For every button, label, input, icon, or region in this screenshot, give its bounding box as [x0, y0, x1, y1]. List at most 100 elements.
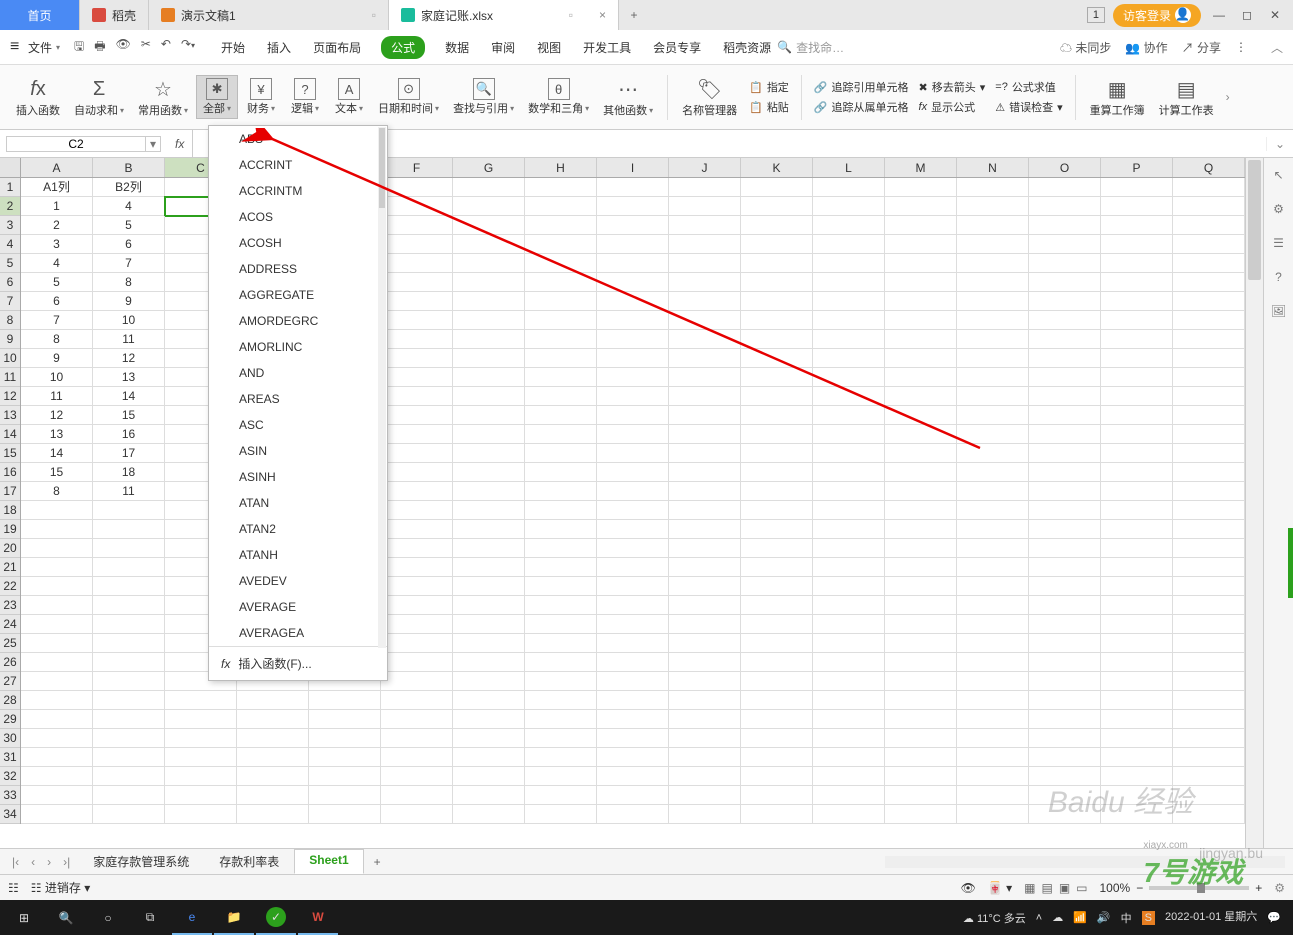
cell[interactable] [237, 786, 309, 805]
cell[interactable] [597, 767, 669, 786]
cell[interactable] [597, 577, 669, 596]
tray-expand-icon[interactable]: ˄ [1036, 912, 1042, 924]
cell[interactable] [813, 672, 885, 691]
cell[interactable] [525, 691, 597, 710]
cell[interactable] [813, 558, 885, 577]
cell[interactable] [669, 349, 741, 368]
cell[interactable] [741, 425, 813, 444]
cell[interactable] [885, 615, 957, 634]
cell[interactable] [885, 444, 957, 463]
cell[interactable] [597, 216, 669, 235]
zoom-in-button[interactable]: + [1255, 881, 1262, 895]
row-header[interactable]: 22 [0, 577, 20, 596]
cell[interactable] [669, 406, 741, 425]
clock[interactable]: 2022-01-01 星期六 [1165, 911, 1257, 924]
edge-button[interactable]: e [172, 900, 212, 935]
row-header[interactable]: 9 [0, 330, 20, 349]
evaluate-formula-button[interactable]: =? 公式求值 [991, 78, 1066, 96]
cell[interactable] [813, 216, 885, 235]
maximize-button[interactable]: ◻ [1237, 8, 1257, 22]
cell[interactable] [453, 368, 525, 387]
cell[interactable] [93, 672, 165, 691]
cell[interactable] [1173, 368, 1245, 387]
cell[interactable] [813, 577, 885, 596]
cell[interactable] [525, 349, 597, 368]
cell[interactable] [1101, 292, 1173, 311]
cell[interactable]: 14 [21, 444, 93, 463]
cell[interactable] [1173, 558, 1245, 577]
cell[interactable] [1029, 311, 1101, 330]
cell[interactable] [21, 539, 93, 558]
cell[interactable] [525, 406, 597, 425]
cell[interactable] [885, 273, 957, 292]
cell[interactable]: 9 [93, 292, 165, 311]
cell[interactable] [381, 767, 453, 786]
cell[interactable]: 12 [21, 406, 93, 425]
cell[interactable] [597, 292, 669, 311]
cell[interactable] [237, 767, 309, 786]
cell[interactable]: 7 [21, 311, 93, 330]
cell[interactable]: B2列 [93, 178, 165, 197]
cell[interactable] [1029, 254, 1101, 273]
cell[interactable] [813, 349, 885, 368]
cell[interactable] [1029, 558, 1101, 577]
column-header[interactable]: O [1029, 158, 1101, 177]
finance-button[interactable]: ¥ 财务 [240, 76, 282, 118]
search-box[interactable]: 🔍 查找命… [777, 39, 844, 56]
cell[interactable] [453, 577, 525, 596]
cell[interactable] [1029, 805, 1101, 824]
cell[interactable] [93, 691, 165, 710]
cell[interactable] [1101, 406, 1173, 425]
cell[interactable] [813, 387, 885, 406]
cell[interactable] [1173, 235, 1245, 254]
cell[interactable] [741, 539, 813, 558]
cell[interactable]: 18 [93, 463, 165, 482]
cell[interactable] [669, 254, 741, 273]
cell[interactable] [669, 273, 741, 292]
sheet-tab[interactable]: Sheet1 [294, 849, 363, 874]
cell[interactable] [957, 330, 1029, 349]
row-header[interactable]: 18 [0, 501, 20, 520]
function-item[interactable]: AGGREGATE [209, 282, 387, 308]
cell[interactable] [669, 710, 741, 729]
cell[interactable] [597, 444, 669, 463]
cell[interactable] [1101, 216, 1173, 235]
cell[interactable] [813, 292, 885, 311]
row-header[interactable]: 4 [0, 235, 20, 254]
cell[interactable] [885, 653, 957, 672]
cell[interactable] [93, 615, 165, 634]
tab-presentation[interactable]: 演示文稿1 ▫ [149, 0, 389, 30]
cell[interactable] [669, 463, 741, 482]
cell[interactable] [885, 482, 957, 501]
cell[interactable] [453, 767, 525, 786]
tab-docer[interactable]: 稻壳 [80, 0, 149, 30]
name-box[interactable]: ▾ [6, 136, 161, 152]
row-header[interactable]: 31 [0, 748, 20, 767]
row-header[interactable]: 12 [0, 387, 20, 406]
cell[interactable] [453, 653, 525, 672]
cell[interactable] [453, 748, 525, 767]
collab-button[interactable]: 👥 协作 [1125, 39, 1167, 56]
cell[interactable] [1173, 729, 1245, 748]
cell[interactable] [1173, 634, 1245, 653]
list-icon[interactable]: ☰ [1273, 236, 1284, 250]
cell[interactable] [597, 520, 669, 539]
cell[interactable] [957, 767, 1029, 786]
function-item[interactable]: ATAN [209, 490, 387, 516]
cell[interactable] [741, 482, 813, 501]
cell[interactable] [741, 520, 813, 539]
cell[interactable] [669, 653, 741, 672]
cell[interactable] [741, 786, 813, 805]
cell[interactable]: 10 [93, 311, 165, 330]
cell[interactable] [525, 767, 597, 786]
row-header[interactable]: 1 [0, 178, 20, 197]
cell[interactable] [597, 273, 669, 292]
cell[interactable] [381, 748, 453, 767]
cell[interactable] [957, 273, 1029, 292]
cell[interactable] [669, 311, 741, 330]
menu-tab[interactable]: 视图 [535, 36, 563, 59]
cut-icon[interactable]: ✂ [141, 37, 151, 58]
cell[interactable] [741, 254, 813, 273]
cell[interactable] [885, 539, 957, 558]
cell[interactable] [525, 197, 597, 216]
